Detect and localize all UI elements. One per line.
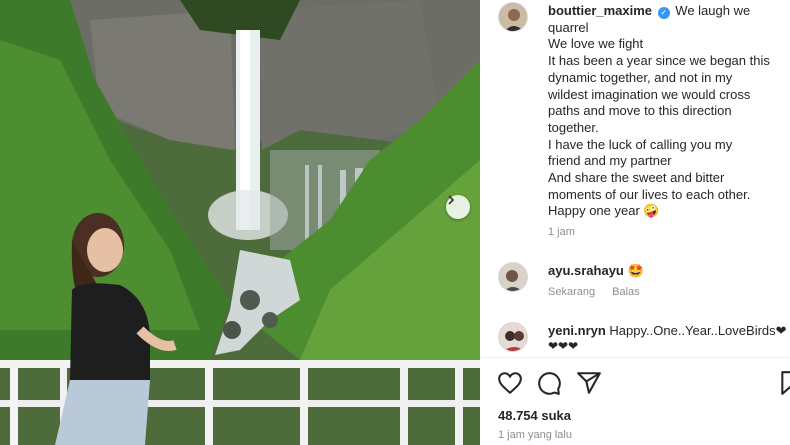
comment-text: yeni.nryn Happy..One..Year..LoveBirds❤ <box>548 323 790 340</box>
post-username[interactable]: bouttier_maxime <box>548 3 652 18</box>
comment-time: Sekarang <box>548 286 596 298</box>
like-count[interactable]: 48.754 suka <box>498 408 571 423</box>
waterfall-scene <box>0 0 480 445</box>
comment-username[interactable]: ayu.srahayu <box>548 263 624 278</box>
chevron-right-icon <box>448 195 455 205</box>
like-button[interactable] <box>497 370 523 396</box>
comment-body: Happy..One..Year..LoveBirds❤ <box>609 323 787 338</box>
heart-icon <box>498 372 522 395</box>
caption-line: moments of our lives to each other. <box>548 186 751 202</box>
caption-line: And share the sweet and bitter <box>548 170 725 186</box>
comment: yeni.nryn Happy..One..Year..LoveBirds❤ <box>498 322 790 356</box>
share-icon <box>577 372 601 394</box>
caption-line: dynamic together, and not in my <box>548 69 733 85</box>
caption-text: bouttier_maxime ✓ We laugh we quarrel We… <box>548 3 790 220</box>
caption-line: together. <box>548 119 599 135</box>
bookmark-icon <box>781 371 790 395</box>
share-button[interactable] <box>576 370 602 396</box>
caption-time: 1 jam <box>548 226 575 238</box>
comment-text: ayu.srahayu 🤩 <box>548 263 790 280</box>
caption-line: Happy one year 🤪 <box>548 203 660 219</box>
reply-button[interactable]: Balas <box>612 286 640 298</box>
caption-line: friend and my partner <box>548 153 672 169</box>
comment-button[interactable] <box>536 370 562 396</box>
comment-icon <box>538 372 561 395</box>
caption-line: I have the luck of calling you my <box>548 136 733 152</box>
post-time: 1 jam yang lalu <box>498 429 572 441</box>
caption-line: quarrel <box>548 19 589 35</box>
avatar-image <box>499 263 527 291</box>
avatar[interactable] <box>498 2 528 32</box>
caption-line: paths and move to this direction <box>548 103 732 119</box>
divider <box>480 357 790 358</box>
avatar[interactable] <box>498 322 528 352</box>
avatar-image <box>499 323 527 351</box>
caption-line: We laugh we <box>675 3 751 18</box>
comment-body-continued: ❤❤❤ <box>548 339 579 353</box>
caption-line: It has been a year since we began this <box>548 53 770 69</box>
comment-meta: Sekarang Balas <box>548 286 654 298</box>
save-button[interactable] <box>778 370 790 396</box>
caption-line: We love we fight <box>548 36 644 52</box>
action-bar <box>480 370 790 398</box>
avatar-image <box>499 3 527 31</box>
next-image-button[interactable] <box>446 195 470 219</box>
caption-line: wildest imagination we would cross <box>548 86 751 102</box>
comment-username[interactable]: yeni.nryn <box>548 323 606 338</box>
verified-icon: ✓ <box>657 7 670 19</box>
avatar[interactable] <box>498 262 528 292</box>
comment-body: 🤩 <box>627 263 644 278</box>
post-photo <box>0 0 480 445</box>
